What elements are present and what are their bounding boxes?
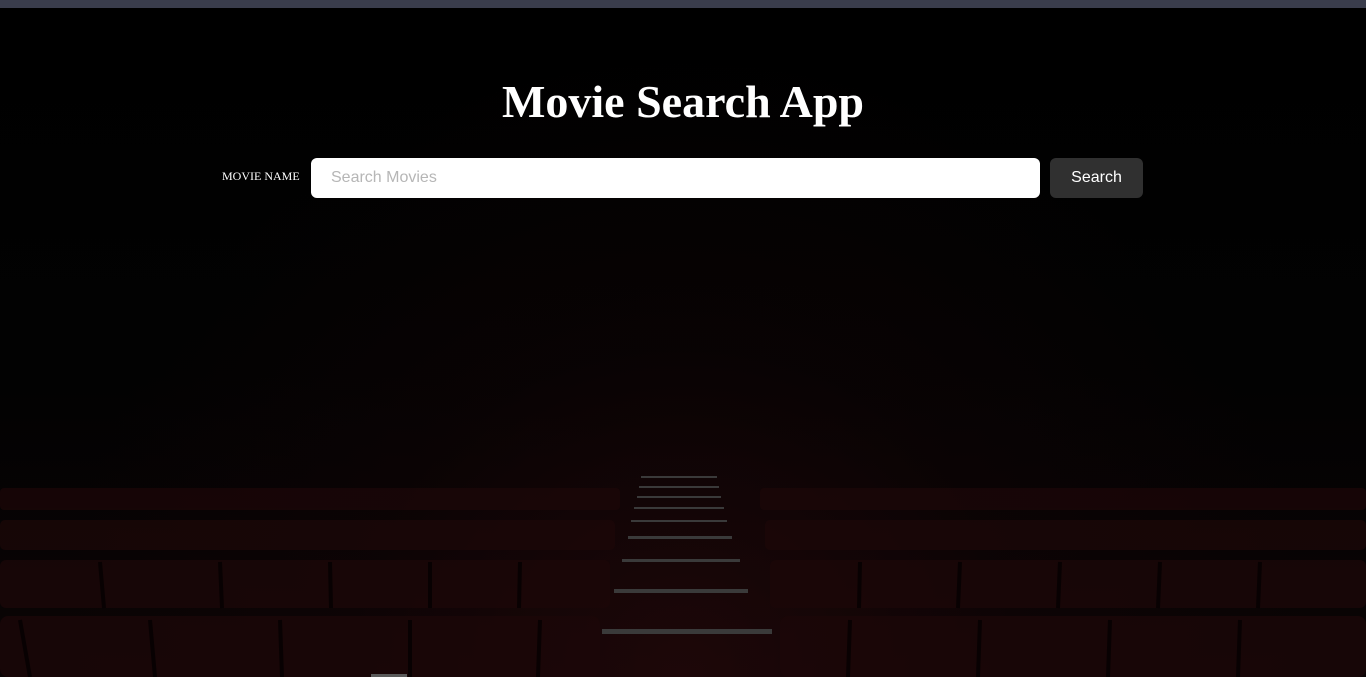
browser-top-bar — [0, 0, 1366, 8]
page-title: Movie Search App — [501, 76, 865, 127]
page: Movie Search App MOVIE NAME Search — [0, 0, 1366, 677]
movie-name-label: MOVIE NAME — [222, 168, 300, 183]
search-bar: MOVIE NAME Search — [222, 158, 1143, 198]
search-input[interactable] — [311, 158, 1040, 198]
search-button[interactable]: Search — [1050, 158, 1143, 198]
